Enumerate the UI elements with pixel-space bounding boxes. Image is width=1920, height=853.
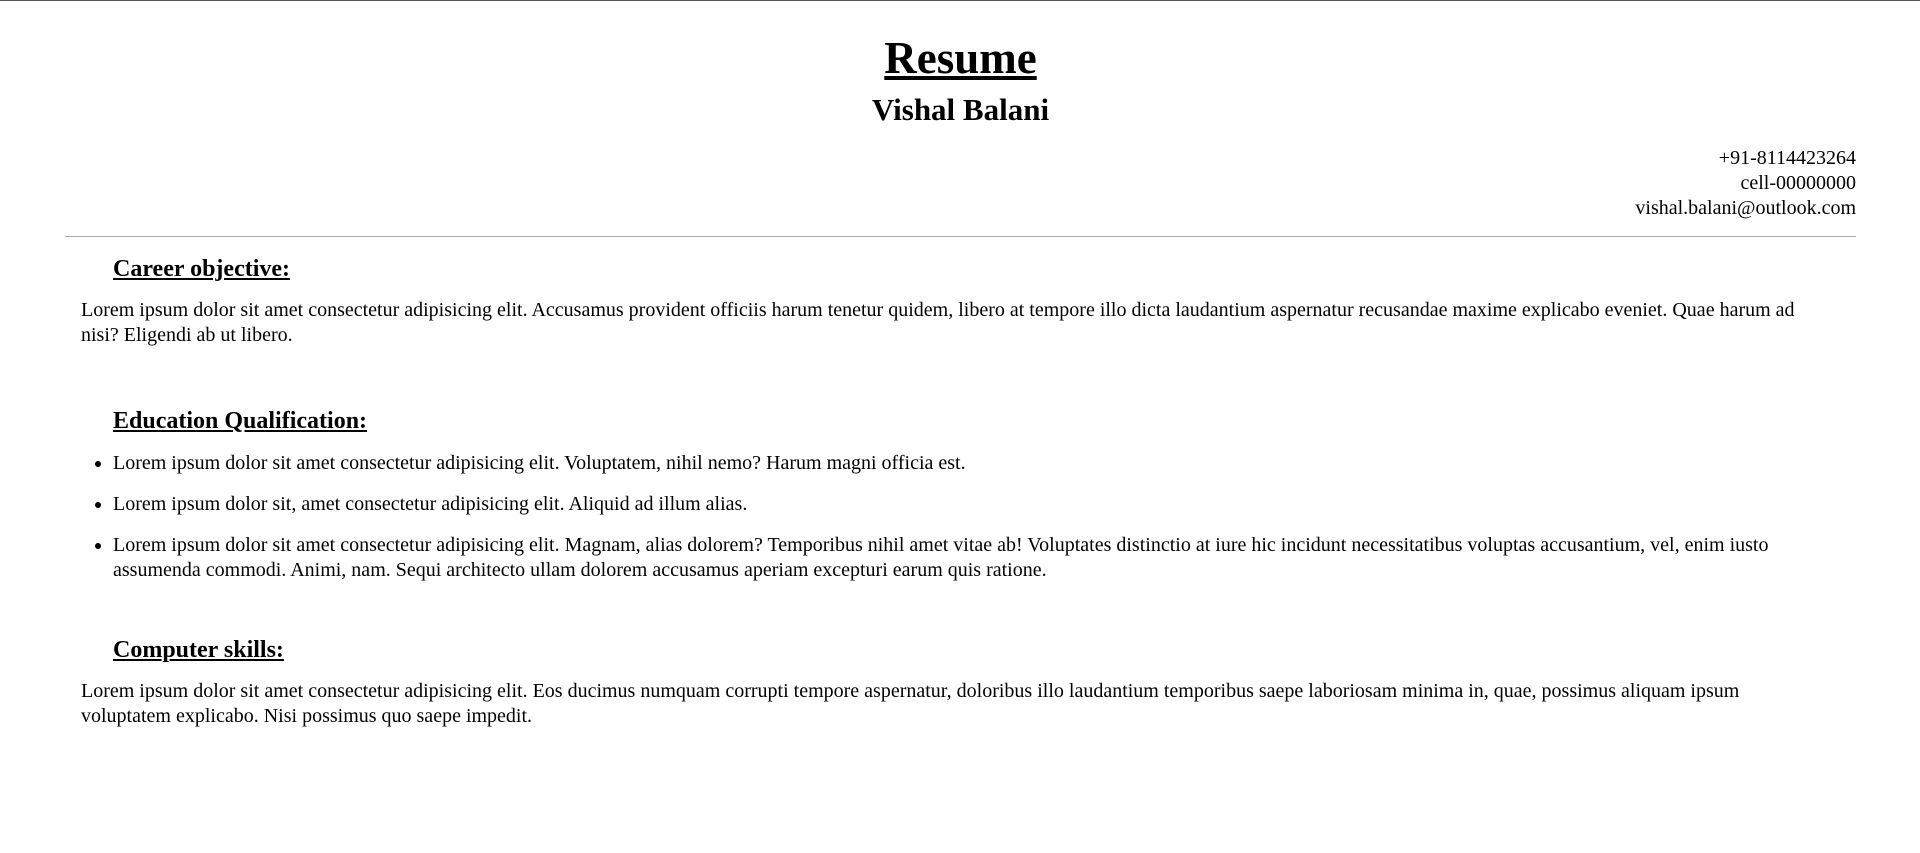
header-divider — [65, 236, 1856, 237]
phone-number: +91-8114423264 — [1718, 147, 1856, 169]
computer-skills-heading: Computer skills: — [113, 637, 284, 663]
career-objective-heading: Career objective: — [113, 256, 291, 282]
resume-page: Resume Vishal Balani +91-8114423264 cell… — [65, 1, 1856, 729]
email-address: vishal.balani@outlook.com — [1635, 197, 1856, 219]
education-item: Lorem ipsum dolor sit, amet consectetur … — [113, 492, 1826, 517]
education-item: Lorem ipsum dolor sit amet consectetur a… — [113, 533, 1826, 583]
contact-block: +91-8114423264 cell-00000000 vishal.bala… — [65, 146, 1856, 221]
page-title: Resume — [884, 33, 1037, 83]
career-objective-text: Lorem ipsum dolor sit amet consectetur a… — [81, 299, 1795, 346]
career-objective-section: Career objective: Lorem ipsum dolor sit … — [65, 254, 1856, 348]
education-item: Lorem ipsum dolor sit amet consectetur a… — [113, 451, 1826, 476]
education-list: Lorem ipsum dolor sit amet consectetur a… — [65, 451, 1856, 583]
person-name: Vishal Balani — [871, 92, 1050, 127]
computer-skills-text: Lorem ipsum dolor sit amet consectetur a… — [81, 680, 1740, 727]
education-heading: Education Qualification: — [113, 408, 368, 434]
cell-number: cell-00000000 — [1740, 172, 1856, 194]
computer-skills-section: Computer skills: Lorem ipsum dolor sit a… — [65, 635, 1856, 729]
education-section: Education Qualification: Lorem ipsum dol… — [65, 406, 1856, 583]
